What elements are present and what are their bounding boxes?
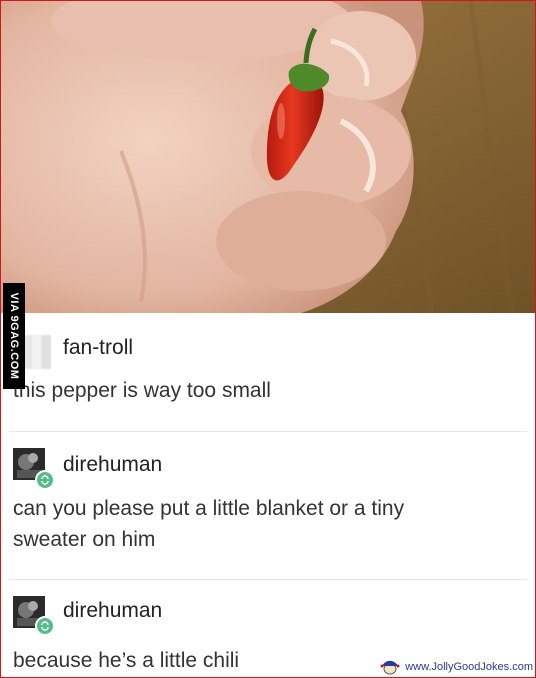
pepper-photo (1, 1, 535, 313)
comment-text: because he’s a little chili (13, 649, 240, 672)
username[interactable]: direhuman (63, 453, 162, 477)
meme-frame: VIA 9GAG.COM fan-troll this pepper is wa… (0, 0, 536, 678)
reblog-icon (35, 470, 55, 490)
jester-icon (380, 660, 400, 675)
username[interactable]: direhuman (63, 599, 162, 623)
comment-text-line1: can you please put a little blanket or a… (13, 497, 405, 520)
comment-text-line2: sweater on him (13, 528, 156, 551)
avatar-blurred (23, 335, 51, 369)
username[interactable]: fan-troll (63, 336, 133, 360)
reblog-icon (35, 616, 55, 636)
comment-1: fan-troll this pepper is way too small (1, 313, 535, 431)
site-url[interactable]: www.JollyGoodJokes.com (405, 661, 533, 673)
jollygoodjokes-logo: www.JollyGoodJokes.com (378, 659, 533, 675)
watermark-text: VIA 9GAG.COM (8, 292, 20, 380)
comment-2: direhuman can you please put a little bl… (1, 432, 535, 578)
9gag-watermark: VIA 9GAG.COM (3, 283, 25, 389)
comment-text: this pepper is way too small (13, 379, 271, 402)
